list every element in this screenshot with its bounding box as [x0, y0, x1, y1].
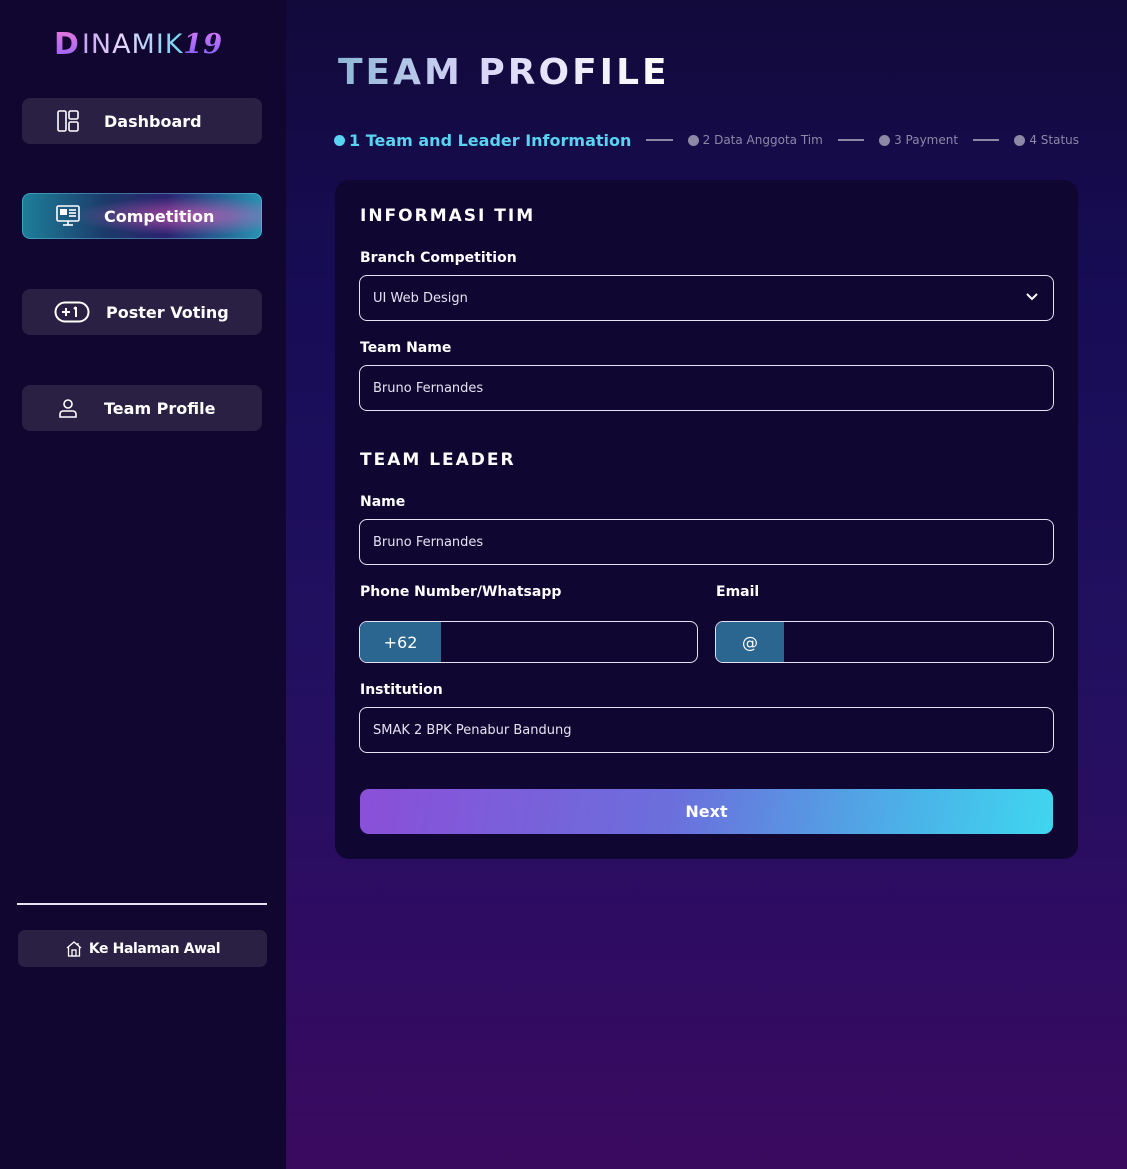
logo-text: INAMIK: [81, 28, 184, 60]
branch-value: UI Web Design: [373, 290, 468, 306]
phone-input[interactable]: [441, 622, 697, 662]
institution-label: Institution: [360, 682, 443, 698]
home-icon: [65, 940, 83, 958]
home-button[interactable]: Ke Halaman Awal: [18, 930, 267, 967]
step-2[interactable]: 2 Data Anggota Tim: [687, 133, 823, 147]
step-label: 2 Data Anggota Tim: [702, 133, 823, 147]
step-dot: [879, 134, 891, 146]
step-label: 3 Payment: [894, 133, 959, 147]
sidebar-item-team-profile[interactable]: Team Profile: [22, 385, 262, 431]
sidebar-item-label: Dashboard: [104, 111, 202, 131]
section-title-team-leader: TEAM LEADER: [360, 450, 516, 470]
step-dot: [334, 134, 345, 146]
phone-prefix: +62: [360, 622, 441, 662]
sidebar: D INAMIK 19 Dashboard Competition Poster…: [0, 0, 286, 1169]
logo[interactable]: D INAMIK 19: [54, 26, 223, 62]
phone-field: +62: [359, 621, 698, 663]
stepper: 1 Team and Leader Information 2 Data Ang…: [334, 128, 1079, 152]
step-3[interactable]: 3 Payment: [879, 133, 958, 147]
step-connector: [837, 139, 865, 141]
form-card: INFORMASI TIM Branch Competition UI Web …: [335, 180, 1078, 859]
logo-number: 19: [183, 28, 224, 60]
institution-input[interactable]: SMAK 2 BPK Penabur Bandung: [359, 707, 1054, 753]
email-field: @: [715, 621, 1054, 663]
sidebar-item-dashboard[interactable]: Dashboard: [22, 98, 262, 144]
main-area: TEAM PROFILE 1 Team and Leader Informati…: [286, 0, 1127, 1169]
step-connector: [646, 139, 673, 141]
team-name-label: Team Name: [360, 340, 452, 356]
section-title-informasi-tim: INFORMASI TIM: [360, 206, 536, 226]
page-title: TEAM PROFILE: [338, 52, 670, 93]
chevron-down-icon: [1025, 291, 1039, 306]
institution-value: SMAK 2 BPK Penabur Bandung: [373, 722, 572, 738]
name-label: Name: [360, 494, 406, 510]
email-input[interactable]: [784, 622, 1053, 662]
user-icon: [54, 394, 82, 422]
next-button[interactable]: Next: [360, 789, 1053, 834]
step-4[interactable]: 4 Status: [1014, 133, 1079, 147]
step-label: 1 Team and Leader Information: [349, 130, 632, 150]
sidebar-item-poster-voting[interactable]: Poster Voting: [22, 289, 262, 335]
logo-letter: D: [54, 26, 80, 62]
dashboard-icon: [54, 107, 82, 135]
team-name-value: Bruno Fernandes: [373, 380, 484, 396]
home-button-label: Ke Halaman Awal: [88, 940, 221, 957]
plus-one-icon: [54, 298, 90, 326]
branch-label: Branch Competition: [360, 250, 517, 266]
step-dot: [1014, 134, 1026, 146]
email-label: Email: [716, 584, 760, 600]
sidebar-item-label: Poster Voting: [106, 302, 229, 322]
step-1[interactable]: 1 Team and Leader Information: [334, 131, 631, 150]
step-label: 4 Status: [1029, 133, 1080, 147]
name-input[interactable]: Bruno Fernandes: [359, 519, 1054, 565]
step-dot: [687, 134, 699, 146]
phone-label: Phone Number/Whatsapp: [360, 584, 562, 600]
sidebar-item-label: Competition: [104, 206, 215, 226]
sidebar-divider: [17, 903, 267, 905]
sidebar-item-label: Team Profile: [104, 398, 216, 418]
step-connector: [973, 139, 1000, 141]
email-prefix: @: [716, 622, 784, 662]
monitor-icon: [54, 202, 82, 230]
branch-select[interactable]: UI Web Design: [359, 275, 1054, 321]
name-value: Bruno Fernandes: [373, 534, 484, 550]
team-name-input[interactable]: Bruno Fernandes: [359, 365, 1054, 411]
sidebar-item-competition[interactable]: Competition: [22, 193, 262, 239]
